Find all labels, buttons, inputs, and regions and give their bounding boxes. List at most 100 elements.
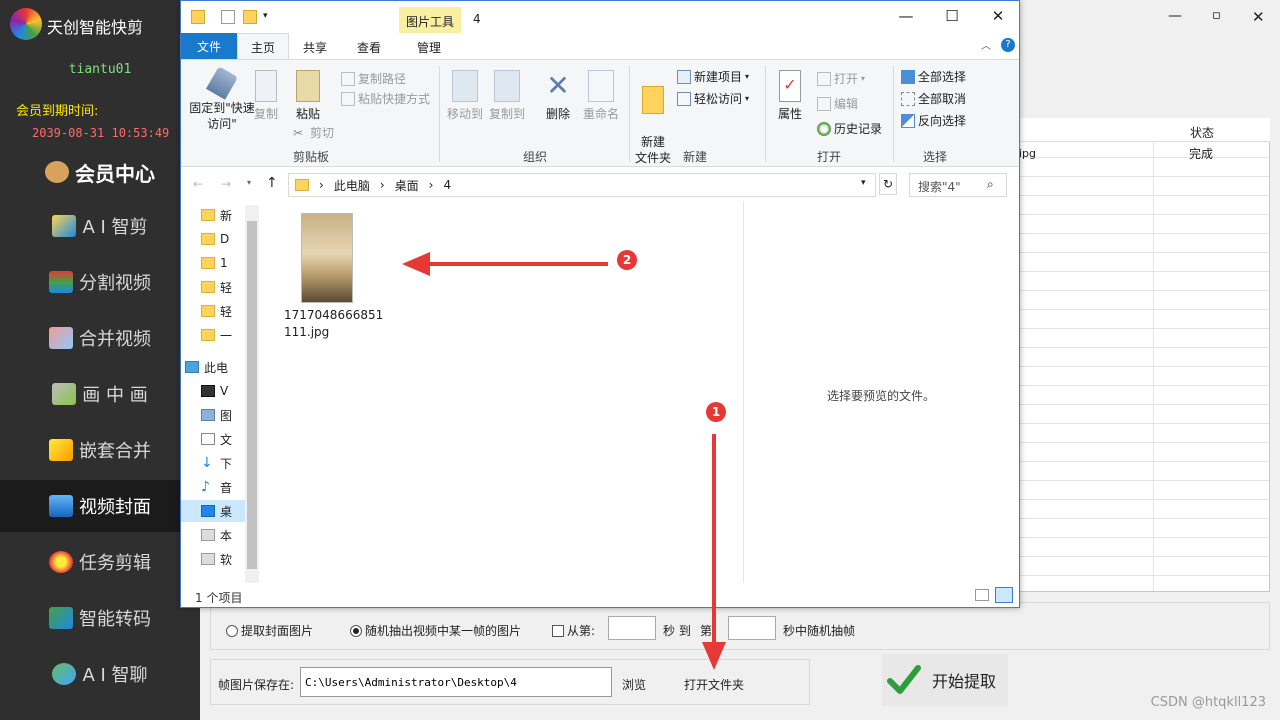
documents-icon xyxy=(201,433,215,445)
paste-shortcut-button[interactable]: 粘贴快捷方式 xyxy=(341,90,430,107)
tab-file[interactable]: 文件 xyxy=(181,33,237,59)
nav-item[interactable]: 一 xyxy=(201,325,245,345)
address-dropdown-icon[interactable]: ▾ xyxy=(861,178,866,188)
explorer-window: ▾ 图片工具 4 — ☐ ✕ 共享 查看 管理 ︿ ? 文件 主页 固定到"快速… xyxy=(180,0,1020,608)
copy-to-button[interactable]: 复制到 xyxy=(487,70,527,122)
nav-item[interactable]: 本 xyxy=(201,525,245,545)
to-seconds-input[interactable] xyxy=(728,616,776,640)
nav-item[interactable]: 文 xyxy=(201,429,245,449)
nav-item[interactable]: ↓ 下 xyxy=(201,453,245,473)
open-folder-button[interactable]: 打开文件夹 xyxy=(676,670,752,699)
rename-button[interactable]: 重命名 xyxy=(581,70,621,122)
save-path-input[interactable] xyxy=(300,667,612,697)
details-view-icon[interactable] xyxy=(975,589,989,601)
nav-nest-merge[interactable]: 嵌套合并 xyxy=(0,424,200,476)
cut-button[interactable]: ✂ 剪切 xyxy=(293,124,334,141)
nav-scroll-thumb[interactable] xyxy=(247,221,257,569)
radio-random-frame[interactable]: 随机抽出视频中某一帧的图片 xyxy=(350,622,521,639)
large-icons-view-icon[interactable] xyxy=(995,587,1013,603)
open-button[interactable]: 打开 ▾ xyxy=(817,70,865,87)
pip-icon xyxy=(52,383,77,405)
nav-item[interactable]: 1 xyxy=(201,253,245,273)
nav-item[interactable]: 软 xyxy=(201,549,245,569)
radio-extract-cover[interactable]: 提取封面图片 xyxy=(226,622,313,639)
nest-icon xyxy=(49,439,73,461)
pin-quick-access-button[interactable]: 固定到"快速访问" xyxy=(187,66,257,132)
copy-icon xyxy=(255,70,277,102)
nav-item-desktop[interactable]: 桌 xyxy=(201,501,245,521)
tab-view[interactable]: 查看 xyxy=(357,39,381,56)
select-none-button[interactable]: 全部取消 xyxy=(901,90,966,107)
from-checkbox[interactable]: 从第: xyxy=(552,622,595,639)
easy-access-button[interactable]: 轻松访问 ▾ xyxy=(677,90,749,107)
crumb-this-pc[interactable]: 此电脑 xyxy=(334,177,370,194)
nav-merge-video[interactable]: 合并视频 xyxy=(0,312,200,364)
recent-dropdown-icon[interactable]: ▾ xyxy=(247,178,251,187)
edit-button[interactable]: 编辑 xyxy=(817,95,858,112)
move-to-button[interactable]: 移动到 xyxy=(445,70,485,122)
nav-item[interactable]: V xyxy=(201,381,245,401)
up-icon[interactable]: ↑ xyxy=(266,175,278,191)
file-name[interactable]: 1717048666851 111.jpg xyxy=(284,307,384,341)
forward-icon[interactable]: → xyxy=(221,177,231,191)
preview-placeholder: 选择要预览的文件。 xyxy=(827,389,936,403)
app-close-icon[interactable]: ✕ xyxy=(1252,8,1265,26)
group-open-label: 打开 xyxy=(817,150,842,164)
app-maximize-icon[interactable]: ▫ xyxy=(1212,8,1221,23)
collapse-ribbon-icon[interactable]: ︿ xyxy=(981,37,991,52)
nav-ai-chat[interactable]: A I 智聊 xyxy=(0,648,200,700)
new-item-button[interactable]: 新建项目 ▾ xyxy=(677,68,749,85)
delete-button[interactable]: ✕ 删除 xyxy=(541,70,575,122)
copy-button[interactable]: 复制 xyxy=(251,70,281,122)
folder-icon xyxy=(201,305,215,317)
copy-path-button[interactable]: 复制路径 xyxy=(341,70,406,87)
address-bar[interactable]: › 此电脑 › 桌面 › 4 xyxy=(288,173,876,197)
history-label: 历史记录 xyxy=(834,122,883,136)
tab-share[interactable]: 共享 xyxy=(303,39,327,56)
properties-button[interactable]: ✓ 属性 xyxy=(773,70,807,122)
ribbon-separator xyxy=(439,66,440,162)
new-folder-qa-icon[interactable] xyxy=(243,10,257,24)
help-icon[interactable]: ? xyxy=(1001,38,1015,52)
new-folder-button[interactable]: 新建 文件夹 xyxy=(633,70,673,166)
history-button[interactable]: 历史记录 xyxy=(817,120,882,137)
maximize-icon[interactable]: ☐ xyxy=(929,7,975,29)
open-icon xyxy=(817,71,831,86)
nav-item[interactable]: 轻 xyxy=(201,301,245,321)
nav-item[interactable]: 新 xyxy=(201,205,245,225)
nav-item[interactable]: 轻 xyxy=(201,277,245,297)
select-all-button[interactable]: 全部选择 xyxy=(901,68,966,85)
browse-button[interactable]: 浏览 xyxy=(614,670,654,699)
properties-qa-icon[interactable] xyxy=(221,10,235,24)
close-icon[interactable]: ✕ xyxy=(975,7,1021,29)
nav-item[interactable]: ♪ 音 xyxy=(201,477,245,497)
start-extract-button[interactable]: 开始提取 xyxy=(882,654,1008,706)
nav-member-center[interactable]: 会员中心 xyxy=(0,146,200,198)
nav-transcode[interactable]: 智能转码 xyxy=(0,592,200,644)
nav-item[interactable]: D xyxy=(201,229,245,249)
move-to-icon xyxy=(452,70,478,102)
annotation-badge-1: 1 xyxy=(706,402,726,422)
nav-pip[interactable]: 画 中 画 xyxy=(0,368,200,420)
refresh-icon[interactable]: ↻ xyxy=(879,173,897,195)
crumb-4[interactable]: 4 xyxy=(443,178,451,192)
from-seconds-input[interactable] xyxy=(608,616,656,640)
paste-button[interactable]: 粘贴 xyxy=(291,70,325,122)
nav-video-cover[interactable]: 视频封面 xyxy=(0,480,200,532)
nav-ai-cut[interactable]: A I 智剪 xyxy=(0,200,200,252)
dropdown-icon: ▾ xyxy=(745,72,750,81)
qa-dropdown-icon[interactable]: ▾ xyxy=(263,11,277,25)
crumb-desktop[interactable]: 桌面 xyxy=(395,177,419,194)
nav-this-pc[interactable]: 此电 xyxy=(185,357,245,377)
nav-split-video[interactable]: 分割视频 xyxy=(0,256,200,308)
image-file-thumbnail[interactable] xyxy=(301,213,353,303)
tab-manage[interactable]: 管理 xyxy=(417,39,441,56)
invert-selection-button[interactable]: 反向选择 xyxy=(901,112,966,129)
nav-item[interactable]: 图 xyxy=(201,405,245,425)
tab-home[interactable]: 主页 xyxy=(237,33,289,60)
minimize-icon[interactable]: — xyxy=(883,7,929,29)
nav-task-edit[interactable]: 任务剪辑 xyxy=(0,536,200,588)
back-icon[interactable]: ← xyxy=(193,177,203,191)
app-minimize-icon[interactable]: — xyxy=(1168,8,1182,24)
history-icon xyxy=(817,121,831,136)
